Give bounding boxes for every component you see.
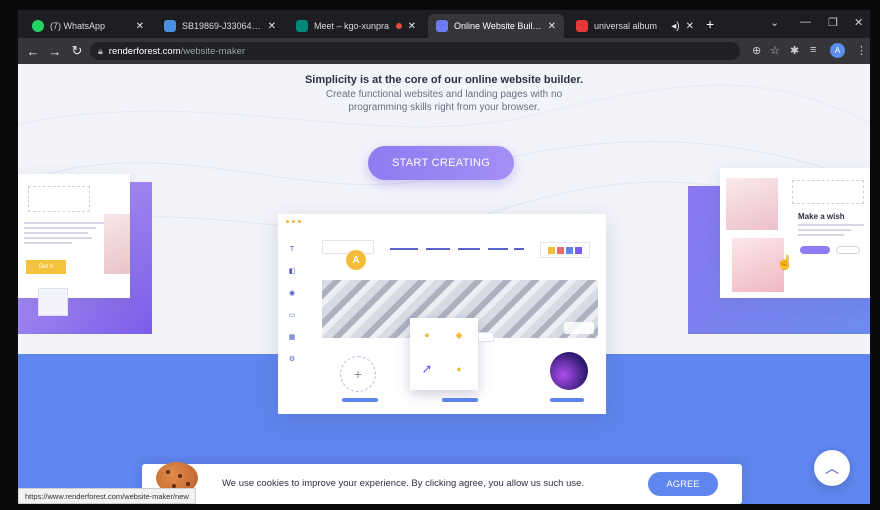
reload-button[interactable]: ↻ [66,43,88,59]
close-icon[interactable]: ✕ [268,21,276,32]
minimize-icon[interactable]: ⌄ [770,16,779,29]
forward-button[interactable]: → [44,44,66,59]
whatsapp-icon [32,20,44,32]
left-template-card: Get A [18,174,130,316]
widget-icon: ● [456,364,462,374]
settings-tool-icon: ⚙ [288,356,296,363]
start-creating-button[interactable]: START CREATING [368,146,514,180]
tab-renderforest-project[interactable]: SB19869-J33064 renderfo ✕ [156,14,284,38]
flowers-image [726,178,778,230]
add-section-icon: + [340,356,376,392]
profile-avatar[interactable]: A [830,43,845,58]
widget-popup: ● ◆ ➚ ● [410,318,478,390]
scroll-to-top-button[interactable]: ︿ [814,450,850,486]
close-icon[interactable]: ✕ [548,21,556,32]
window-dots [286,220,301,223]
nav-line [390,248,418,250]
logo-placeholder [792,180,864,204]
image-controls [564,322,594,334]
hero-subline: Create functional websites and landing p… [325,89,563,113]
recording-icon [395,23,402,29]
tab-online-website-builder[interactable]: Online Website Builder | ✕ [428,14,564,38]
template-widget [38,288,68,316]
screen: (7) WhatsApp ✕ SB19869-J33064 renderfo ✕… [0,0,880,510]
logo-placeholder [28,186,90,212]
close-window-button[interactable]: ✕ [854,16,863,29]
tab-strip: (7) WhatsApp ✕ SB19869-J33064 renderfo ✕… [18,10,870,38]
layers-tool-icon: ◧ [288,268,296,275]
tab-label: Online Website Builder | [454,21,542,31]
cookie-banner: We use cookies to improve your experienc… [142,462,742,504]
nav-line [488,248,508,250]
restore-button[interactable]: ❐ [828,16,838,29]
reading-list-icon[interactable]: ≡ [810,44,816,56]
url-path: /website-maker [180,45,246,57]
bookmark-star-icon[interactable]: ☆ [770,44,780,57]
hand-cursor-icon: ☝ [776,254,794,270]
close-icon[interactable]: ✕ [136,21,144,32]
meet-icon [296,20,308,32]
text-lines [24,222,104,247]
status-bar-url: https://www.renderforest.com/website-mak… [18,488,196,504]
url-host: renderforest.com [108,45,181,57]
paint-tool-icon: ◉ [288,290,296,297]
close-icon[interactable]: ✕ [686,21,694,32]
new-tab-button[interactable]: + [706,16,714,32]
editor-toolbar: T ◧ ◉ ▭ ▦ ⚙ [284,240,300,370]
renderforest-icon [164,20,176,32]
text-tool-icon: T [289,245,295,253]
browser-window: (7) WhatsApp ✕ SB19869-J33064 renderfo ✕… [18,10,870,504]
tab-youtube[interactable]: universal album ◂) ✕ [568,14,702,38]
widget-icon: ◆ [455,329,463,340]
template-image [104,214,130,274]
widget-icon: ● [424,330,430,340]
widget-tag [478,332,494,342]
close-icon[interactable]: ✕ [408,21,416,32]
caption-bar [550,398,584,402]
template-heading: Make a wish [798,212,845,221]
hero-headline: Simplicity is at the core of our online … [304,74,584,86]
back-button[interactable]: ← [22,44,44,59]
nav-line [426,248,450,250]
rocket-icon: ➚ [421,361,433,376]
nav-line [458,248,480,250]
template-primary-button [800,246,830,254]
gradient-orb-image [550,352,588,390]
tab-label: Meet – kgo-xunpra [314,21,390,31]
template-secondary-button [836,246,860,254]
text-lines [798,224,864,239]
install-app-icon[interactable]: ⊕ [752,44,761,57]
tab-whatsapp[interactable]: (7) WhatsApp ✕ [24,14,152,38]
webpage: Simplicity is at the core of our online … [18,64,870,504]
speaker-icon: ◂) [671,20,680,32]
right-template-card: Make a wish [720,168,870,298]
caption-bar [442,398,478,402]
tab-label: universal album [594,21,658,31]
agree-button[interactable]: AGREE [648,472,718,496]
tab-meet[interactable]: Meet – kgo-xunpra ✕ [288,14,424,38]
color-swatches [540,242,590,258]
address-bar[interactable]: 🔒︎ renderforest.com /website-maker [90,42,740,60]
youtube-icon [576,20,588,32]
logo-avatar: A [346,250,366,270]
image-tool-icon: ▭ [288,312,296,319]
template-button: Get A [26,260,66,274]
tab-label: SB19869-J33064 renderfo [182,21,262,31]
nav-line [514,248,524,250]
renderforest-icon [436,20,448,32]
browser-toolbar: ← → ↻ 🔒︎ renderforest.com /website-maker… [18,38,870,64]
extensions-icon[interactable]: ✱ [790,44,799,57]
lock-icon[interactable]: 🔒︎ [98,46,103,57]
minimize-button[interactable]: — [800,16,811,28]
grid-tool-icon: ▦ [288,334,296,341]
editor-mockup: T ◧ ◉ ▭ ▦ ⚙ A + ● ◆ ➚ ● [278,214,606,414]
menu-kebab-icon[interactable]: ⋮ [856,44,867,57]
caption-bar [342,398,378,402]
tab-label: (7) WhatsApp [50,21,106,31]
cookie-text: We use cookies to improve your experienc… [222,478,585,489]
